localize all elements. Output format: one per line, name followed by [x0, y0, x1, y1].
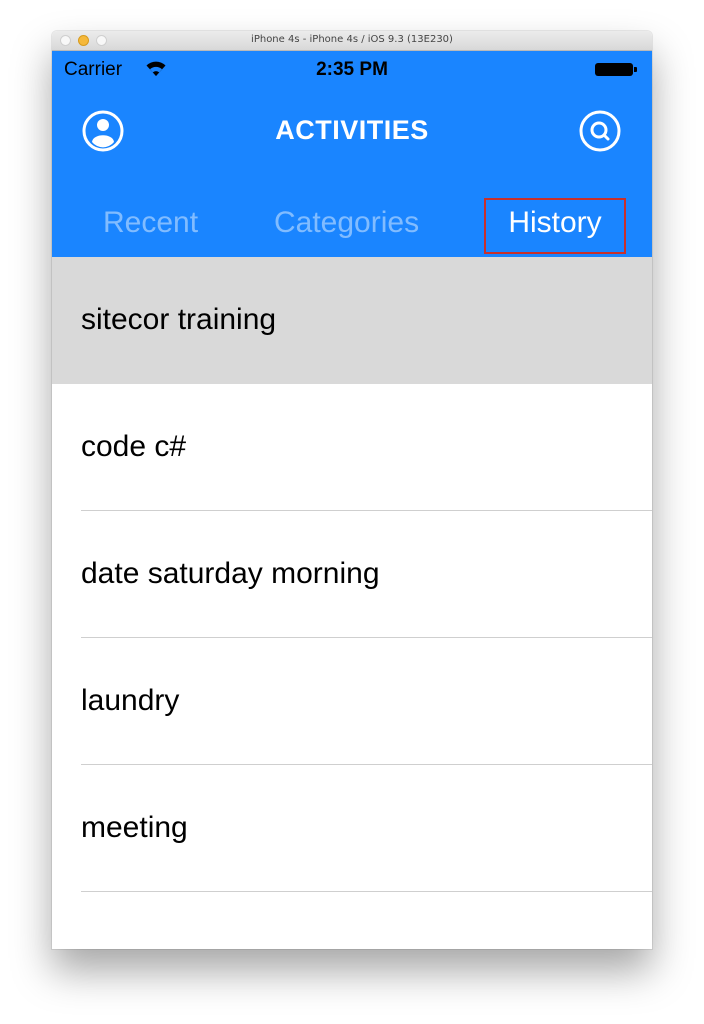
tab-categories[interactable]: Categories: [274, 206, 419, 240]
search-icon: [579, 110, 621, 152]
list-item[interactable]: sitecor training: [52, 257, 652, 384]
list-item[interactable]: code c#: [52, 384, 652, 511]
list-item-label: laundry: [81, 684, 180, 717]
navigation-bar: ACTIVITIES: [52, 109, 652, 153]
simulator-window: iPhone 4s - iPhone 4s / iOS 9.3 (13E230)…: [52, 31, 652, 949]
list-item[interactable]: date saturday morning: [52, 511, 652, 638]
list-item[interactable]: [52, 892, 652, 949]
list-item-label: meeting: [81, 811, 188, 844]
list-item-label: code c#: [81, 430, 187, 463]
window-title: iPhone 4s - iPhone 4s / iOS 9.3 (13E230): [251, 34, 453, 45]
list-item[interactable]: laundry: [52, 638, 652, 765]
tab-history[interactable]: History: [484, 198, 626, 254]
list-item[interactable]: meeting: [52, 765, 652, 892]
tab-recent[interactable]: Recent: [103, 206, 198, 240]
history-list: sitecor training code c# date saturday m…: [52, 257, 652, 949]
segment-tabs: Recent Categories History: [52, 184, 652, 254]
status-time: 2:35 PM: [316, 59, 388, 80]
page-title: ACTIVITIES: [275, 115, 429, 145]
window-titlebar: iPhone 4s - iPhone 4s / iOS 9.3 (13E230): [52, 31, 652, 51]
list-item-label: date saturday morning: [81, 557, 380, 590]
list-item-label: sitecor training: [81, 303, 277, 336]
app-header: Carrier 2:35 PM ACTIVITIES Recent Catego…: [52, 51, 652, 288]
search-button[interactable]: [578, 109, 622, 153]
battery-icon: [595, 63, 637, 76]
status-bar: Carrier 2:35 PM: [52, 51, 652, 87]
